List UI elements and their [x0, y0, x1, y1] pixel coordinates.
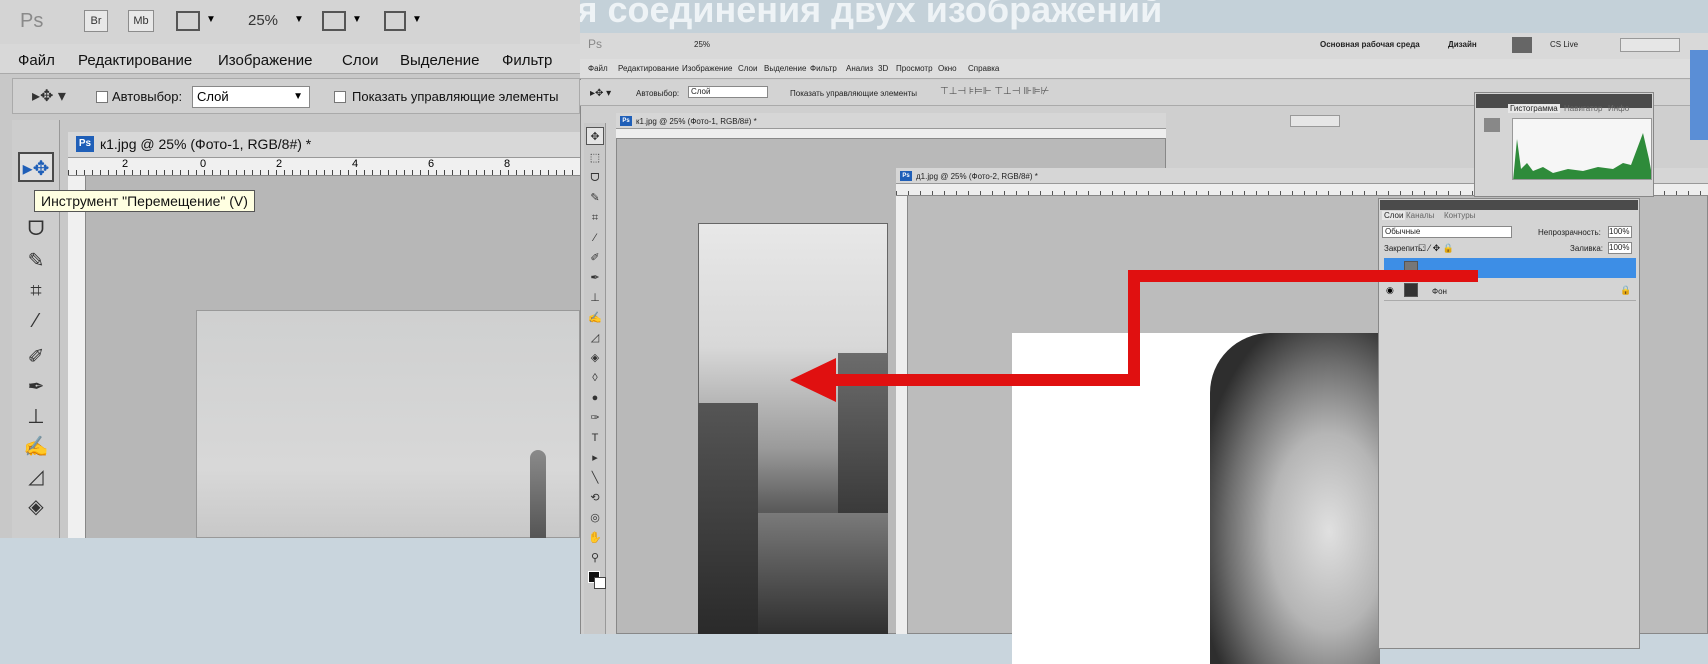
drag-arrow-overlay	[790, 270, 1478, 402]
drag-arrow-path	[822, 270, 1478, 386]
drag-arrow-head-icon	[790, 358, 836, 402]
